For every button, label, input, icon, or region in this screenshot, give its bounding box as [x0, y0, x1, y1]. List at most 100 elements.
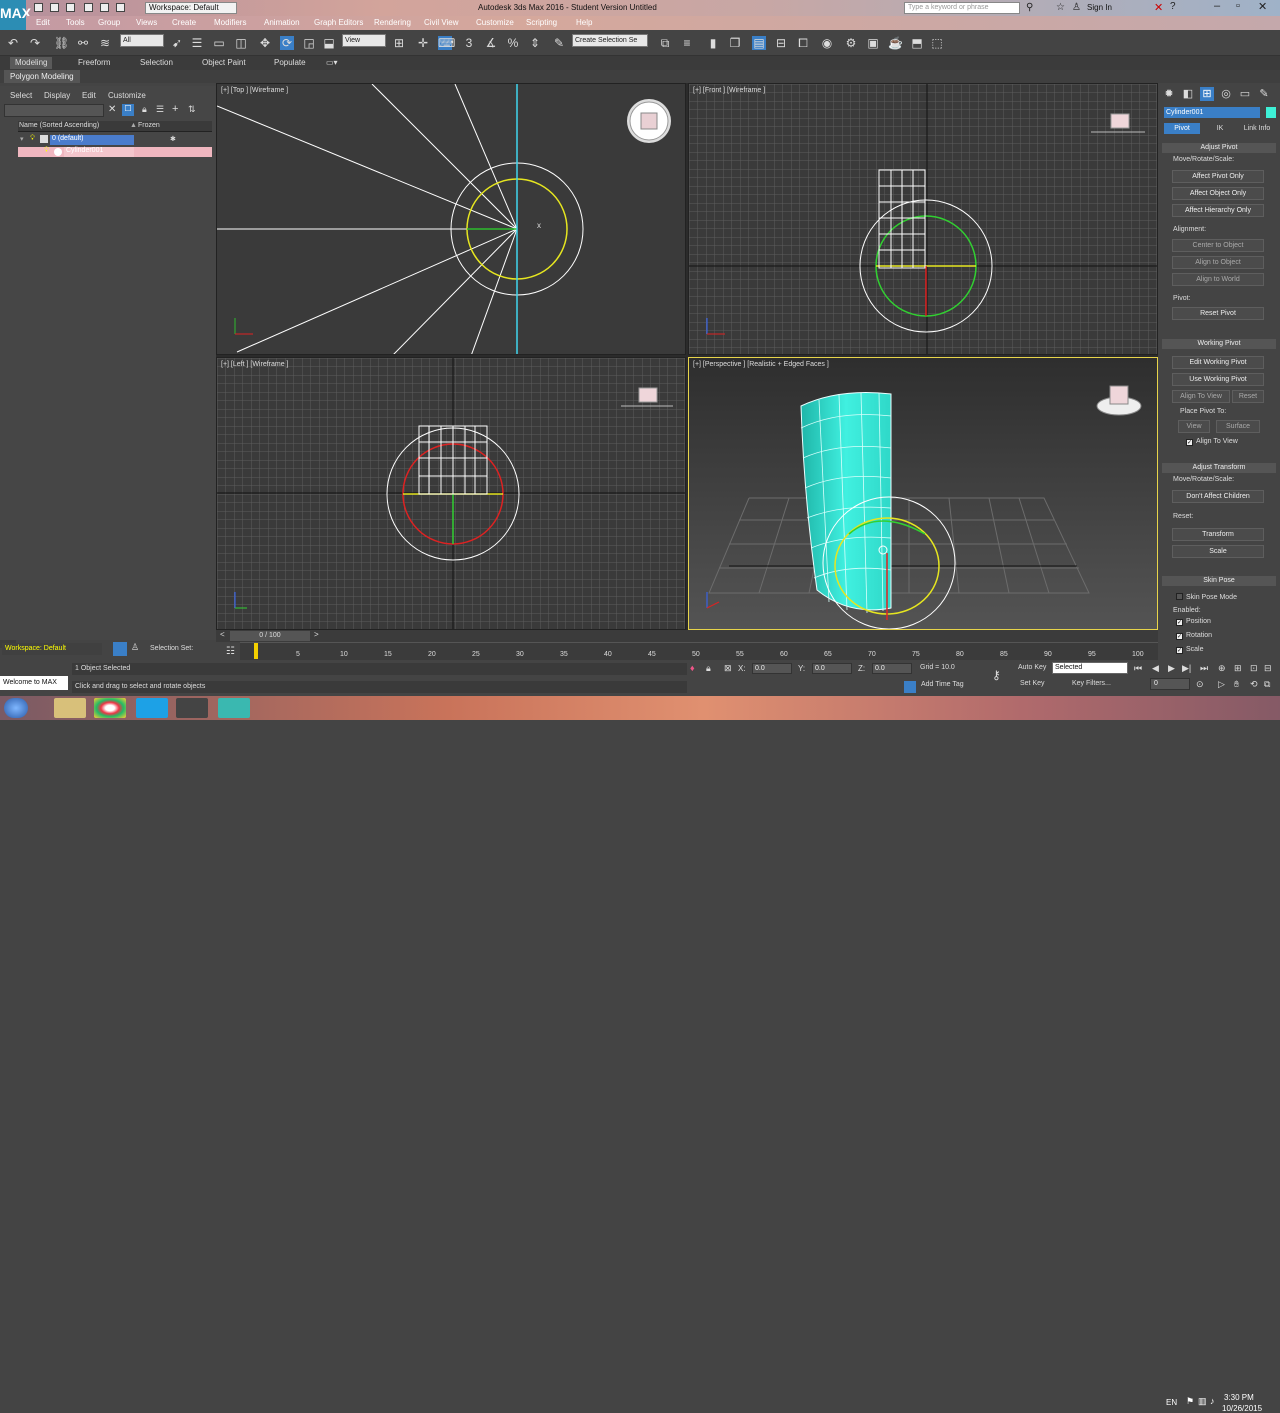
workspace-dropdown[interactable]: Workspace: Default: [145, 2, 237, 14]
skin-pose-mode-checkbox[interactable]: Skin Pose Mode: [1176, 593, 1237, 601]
surface-button[interactable]: Surface: [1216, 420, 1260, 433]
se-menu-display[interactable]: Display: [44, 91, 70, 100]
menu-graph-editors[interactable]: Graph Editors: [314, 18, 363, 27]
window-crossing-icon[interactable]: ◫: [234, 36, 248, 50]
ribbon-options-icon[interactable]: ▭▾: [326, 58, 338, 67]
steam-icon[interactable]: [176, 698, 208, 718]
project-folder-icon[interactable]: [116, 3, 125, 12]
se-find-input[interactable]: [4, 104, 104, 117]
reference-coordinate-dropdown[interactable]: View: [342, 34, 386, 47]
lock-icon[interactable]: 🔒︎: [142, 104, 147, 115]
zoom-icon[interactable]: ⊕: [1218, 663, 1226, 674]
exchange-icon[interactable]: ✕: [1154, 1, 1163, 14]
se-menu-select[interactable]: Select: [10, 91, 32, 100]
pivot-center-icon[interactable]: ⊞: [392, 36, 406, 50]
tab-selection[interactable]: Selection: [140, 58, 173, 67]
time-marker[interactable]: [254, 643, 258, 659]
input-language[interactable]: EN: [1166, 1398, 1177, 1407]
motion-panel-icon[interactable]: ◎: [1219, 87, 1233, 101]
viewport-label[interactable]: [+] [Left ] [Wireframe ]: [221, 361, 289, 368]
affect-hierarchy-only-button[interactable]: Affect Hierarchy Only: [1172, 204, 1264, 217]
create-panel-icon[interactable]: ✹: [1162, 87, 1176, 101]
se-menu-customize[interactable]: Customize: [108, 91, 146, 100]
volume-icon[interactable]: ♪: [1210, 1396, 1215, 1406]
z-coordinate-field[interactable]: 0.0: [872, 663, 912, 674]
activeshade-icon[interactable]: ⬚: [930, 36, 944, 50]
sign-in-link[interactable]: Sign In: [1087, 3, 1112, 12]
tab-object-paint[interactable]: Object Paint: [202, 58, 246, 67]
tray-flag-icon[interactable]: ⚑: [1186, 1396, 1194, 1407]
center-to-object-button[interactable]: Center to Object: [1172, 239, 1264, 252]
tab-ik[interactable]: IK: [1206, 123, 1234, 134]
viewport-label[interactable]: [+] [Perspective ] [Realistic + Edged Fa…: [693, 361, 829, 368]
search-input[interactable]: Type a keyword or phrase: [904, 2, 1020, 14]
dont-affect-children-button[interactable]: Don't Affect Children: [1172, 490, 1264, 503]
named-selection-dropdown[interactable]: Create Selection Se: [572, 34, 648, 47]
tab-populate[interactable]: Populate: [274, 58, 306, 67]
object-color-swatch[interactable]: [1266, 107, 1276, 118]
column-name[interactable]: Name (Sorted Ascending): [19, 122, 99, 129]
select-rotate-icon[interactable]: ⟳: [280, 36, 294, 50]
workspace-status[interactable]: Workspace: Default: [2, 643, 102, 655]
track-bar[interactable]: 5 10 15 20 25 30 35 40 45 50 55 60 65 70 75 80 85 90 95 100: [240, 642, 1158, 660]
network-icon[interactable]: ▥: [1198, 1396, 1207, 1407]
tab-pivot[interactable]: Pivot: [1164, 123, 1200, 134]
binoculars-icon[interactable]: ⚲: [1026, 2, 1033, 13]
key-icon[interactable]: ⚷: [992, 668, 1001, 682]
maxscript-listener[interactable]: Welcome to MAX: [0, 676, 68, 690]
place-icon[interactable]: ⬓: [322, 36, 336, 50]
list-item[interactable]: 💡︎ Cylinder001: [18, 147, 212, 157]
menu-tools[interactable]: Tools: [66, 18, 85, 27]
new-scene-icon[interactable]: [34, 3, 43, 12]
set-key-button[interactable]: Set Key: [1020, 680, 1045, 687]
viewport-left[interactable]: [+] [Left ] [Wireframe ]: [216, 357, 686, 630]
menu-help[interactable]: Help: [576, 18, 592, 27]
align-to-object-button[interactable]: Align to Object: [1172, 256, 1264, 269]
key-filters-button[interactable]: Key Filters...: [1072, 680, 1111, 687]
curve-editor-icon[interactable]: ⊟: [774, 36, 788, 50]
position-checkbox[interactable]: ✓ Position: [1176, 618, 1211, 626]
y-coordinate-field[interactable]: 0.0: [812, 663, 852, 674]
rectangle-selection-icon[interactable]: ▭: [212, 36, 226, 50]
clock-time[interactable]: 3:30 PM: [1224, 1393, 1254, 1402]
align-to-world-button[interactable]: Align to World: [1172, 273, 1264, 286]
selection-lock-icon[interactable]: ♙: [131, 642, 139, 653]
auto-key-button[interactable]: Auto Key: [1018, 664, 1046, 671]
3ds-max-taskbar-icon[interactable]: [218, 698, 250, 718]
utilities-panel-icon[interactable]: ✎: [1257, 87, 1271, 101]
menu-create[interactable]: Create: [172, 18, 196, 27]
next-frame-icon[interactable]: ▶|: [1182, 663, 1191, 674]
align-to-view-button[interactable]: Align To View: [1172, 390, 1230, 403]
ribbon-toggle-icon[interactable]: ▤: [752, 36, 766, 50]
menu-customize[interactable]: Customize: [476, 18, 514, 27]
render-iterative-icon[interactable]: ⬒: [910, 36, 924, 50]
orbit-icon[interactable]: ⟲: [1250, 679, 1258, 690]
unlink-icon[interactable]: ⚯: [76, 36, 90, 50]
minimize-icon[interactable]: –: [1214, 0, 1220, 12]
select-move-icon[interactable]: ✥: [258, 36, 272, 50]
marker-icon[interactable]: ♦: [690, 663, 695, 673]
layers-icon[interactable]: ☰: [156, 104, 164, 115]
edit-named-selection-icon[interactable]: ✎: [552, 36, 566, 50]
rotation-checkbox[interactable]: ✓ Rotation: [1176, 632, 1212, 640]
mirror-icon[interactable]: ⧉: [658, 36, 672, 50]
schematic-view-icon[interactable]: ⧠: [796, 36, 810, 50]
menu-edit[interactable]: Edit: [36, 18, 50, 27]
start-button-icon[interactable]: [4, 698, 28, 718]
snaps-toggle-icon[interactable]: 3: [462, 36, 476, 50]
undo-icon[interactable]: ↶: [6, 36, 20, 50]
viewport-label[interactable]: [+] [Top ] [Wireframe ]: [221, 87, 288, 94]
viewport-top[interactable]: [+] [Top ] [Wireframe ] x: [216, 83, 686, 355]
polygon-modeling-panel[interactable]: Polygon Modeling: [4, 70, 80, 83]
select-object-icon[interactable]: ➹: [170, 36, 184, 50]
keyboard-shortcut-override-icon[interactable]: ⌨: [438, 36, 455, 50]
select-by-name-icon[interactable]: ☰: [190, 36, 204, 50]
selection-filter-dropdown[interactable]: All: [120, 34, 164, 47]
scale-checkbox[interactable]: ✓ Scale: [1176, 646, 1204, 654]
isolate-selection-icon[interactable]: [113, 642, 127, 656]
field-of-view-icon[interactable]: ▷: [1218, 679, 1225, 690]
menu-animation[interactable]: Animation: [264, 18, 300, 27]
render-production-icon[interactable]: ☕: [888, 36, 903, 50]
bind-space-warp-icon[interactable]: ≋: [98, 36, 112, 50]
key-mode-dropdown[interactable]: Selected: [1052, 662, 1128, 674]
